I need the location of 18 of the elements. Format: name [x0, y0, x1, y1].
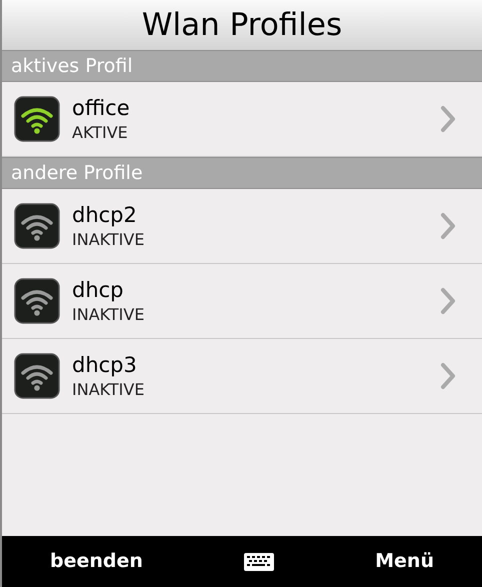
exit-softkey[interactable]: beenden [50, 547, 143, 576]
section-title: andere Profile [11, 160, 143, 186]
chevron-icon [440, 212, 456, 240]
section-title: aktives Profil [11, 54, 133, 79]
profile-name: dhcp2 [72, 202, 138, 229]
chevron-icon [440, 105, 456, 133]
profile-status: INAKTIVE [72, 229, 146, 251]
profile-status: INAKTIVE [72, 304, 146, 326]
profile-status: INAKTIVE [72, 379, 146, 401]
menu-softkey[interactable]: Menü [375, 547, 434, 576]
chevron-icon [440, 362, 456, 390]
profile-name: dhcp3 [72, 352, 138, 379]
chevron-icon [440, 287, 456, 315]
window-title: Wlan Profiles [142, 6, 342, 45]
profile-name: dhcp [72, 277, 125, 304]
profile-status: AKTIVE [72, 122, 129, 144]
profile-name: office [72, 95, 131, 122]
keyboard-icon[interactable] [243, 552, 276, 572]
